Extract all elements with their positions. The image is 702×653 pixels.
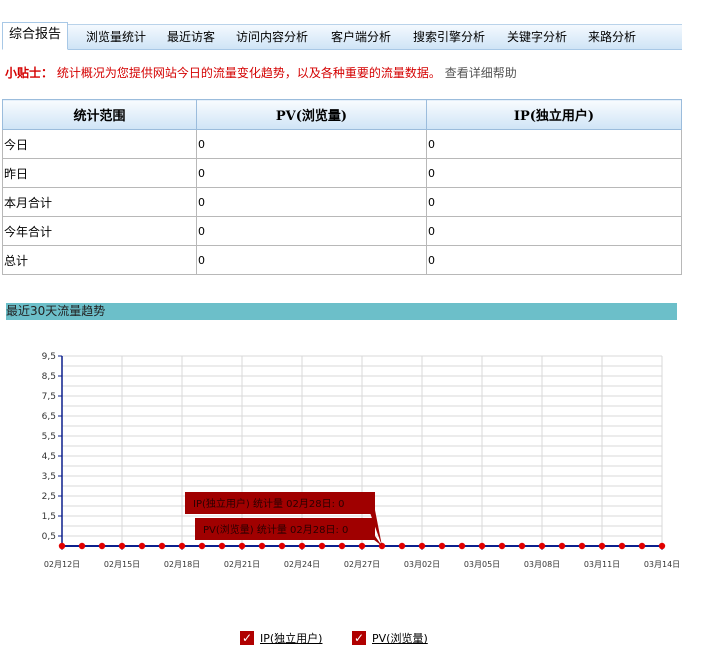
tip-key: 小贴士： [5,66,54,80]
legend-item-ip[interactable]: ✓ IP(独立用户) [240,630,322,646]
legend-item-pv[interactable]: ✓ PV(浏览量) [352,630,428,646]
data-point [358,542,366,550]
data-point [218,542,226,550]
data-point [238,542,246,550]
data-point [178,542,186,550]
row-label: 今日 [2,129,197,159]
y-tick-label: 0,5 [42,532,56,542]
table-row: 今年合计 0 0 [2,216,682,246]
ip-value: 0 [426,158,682,188]
tooltip-text: PV(浏览量) 统计量 02月28日: 0 [203,523,348,536]
y-tick-label: 6,5 [42,412,56,422]
data-point [258,542,266,550]
y-tick-label: 8,5 [42,372,56,382]
data-point [318,542,326,550]
data-point [98,542,106,550]
column-header-pv: PV(浏览量) [196,99,427,130]
y-tick-label: 2,5 [42,492,56,502]
data-point [78,542,86,550]
data-point [118,542,126,550]
y-tick-label: 7,5 [42,392,56,402]
tab-recent-visitors[interactable]: 最近访客 [167,25,215,49]
x-tick-label: 02月27日 [344,560,380,569]
y-tick-label: 4,5 [42,452,56,462]
checkbox-checked-icon[interactable]: ✓ [352,631,366,645]
data-point [478,542,486,550]
tab-content-analysis[interactable]: 访问内容分析 [236,25,308,49]
data-point [578,542,586,550]
data-point [58,542,66,550]
data-point [518,542,526,550]
data-point [538,542,546,550]
tab-keyword-analysis[interactable]: 关键字分析 [507,25,567,49]
tip-bar: 小贴士： 统计概况为您提供网站今日的流量变化趋势，以及各种重要的流量数据。 查看… [5,64,517,81]
y-tick-label: 5,5 [42,432,56,442]
data-point [458,542,466,550]
table-row: 总计 0 0 [2,245,682,275]
row-label: 今年合计 [2,216,197,246]
pv-value: 0 [196,187,427,217]
x-tick-label: 03月14日 [644,560,680,569]
table-row: 今日 0 0 [2,129,682,159]
pv-value: 0 [196,129,427,159]
row-label: 昨日 [2,158,197,188]
ip-value: 0 [426,129,682,159]
column-header-range: 统计范围 [2,99,197,130]
table-header-row: 统计范围 PV(浏览量) IP(独立用户) [2,99,682,130]
x-tick-label: 02月24日 [284,560,320,569]
x-tick-label: 03月05日 [464,560,500,569]
data-point [158,542,166,550]
ip-value: 0 [426,216,682,246]
x-tick-label: 03月02日 [404,560,440,569]
x-tick-label: 03月08日 [524,560,560,569]
x-tick-label: 03月11日 [584,560,620,569]
tab-overview-report[interactable]: 综合报告 [2,22,69,50]
ip-value: 0 [426,245,682,275]
x-tick-label: 02月18日 [164,560,200,569]
y-tick-label: 9,5 [42,352,56,362]
checkbox-checked-icon[interactable]: ✓ [240,631,254,645]
data-point [498,542,506,550]
pv-value: 0 [196,216,427,246]
help-link[interactable]: 查看详细帮助 [445,66,517,80]
data-point [438,542,446,550]
x-tick-label: 02月12日 [44,560,80,569]
data-point [658,542,666,550]
column-header-ip: IP(独立用户) [426,99,682,130]
summary-table: 统计范围 PV(浏览量) IP(独立用户) 今日 0 0 昨日 0 0 本月合计… [2,99,682,275]
legend-label-ip: IP(独立用户) [260,632,323,645]
y-tick-label: 1,5 [42,512,56,522]
data-point [338,542,346,550]
x-tick-label: 02月15日 [104,560,140,569]
data-point [298,542,306,550]
tab-client-analysis[interactable]: 客户端分析 [331,25,391,49]
tab-pageview-stats[interactable]: 浏览量统计 [86,25,146,49]
data-point [638,542,646,550]
tab-search-engine-analysis[interactable]: 搜索引擎分析 [413,25,485,49]
x-tick-label: 02月21日 [224,560,260,569]
data-point [198,542,206,550]
pv-value: 0 [196,158,427,188]
traffic-trend-chart: 9,5 8,5 7,5 6,5 5,5 4,5 3,5 2,5 1,5 0,5 02月12日 02月1… [42,352,681,569]
pv-value: 0 [196,245,427,275]
data-point [598,542,606,550]
table-row: 昨日 0 0 [2,158,682,188]
row-label: 总计 [2,245,197,275]
y-tick-label: 3,5 [42,472,56,482]
data-point [558,542,566,550]
table-row: 本月合计 0 0 [2,187,682,217]
tip-text: 统计概况为您提供网站今日的流量变化趋势，以及各种重要的流量数据。 [56,66,441,80]
data-point [138,542,146,550]
trend-section-title: 最近30天流量趋势 [6,303,677,320]
data-point [418,542,426,550]
row-label: 本月合计 [2,187,197,217]
tooltip-text: IP(独立用户) 统计量 02月28日: 0 [193,497,345,510]
data-point [278,542,286,550]
data-point [618,542,626,550]
tab-referrer-analysis[interactable]: 来路分析 [588,25,636,49]
ip-value: 0 [426,187,682,217]
report-tab-bar: 综合报告 浏览量统计 最近访客 访问内容分析 客户端分析 搜索引擎分析 关键字分… [2,22,682,50]
legend-label-pv: PV(浏览量) [372,632,428,645]
data-point [398,542,406,550]
